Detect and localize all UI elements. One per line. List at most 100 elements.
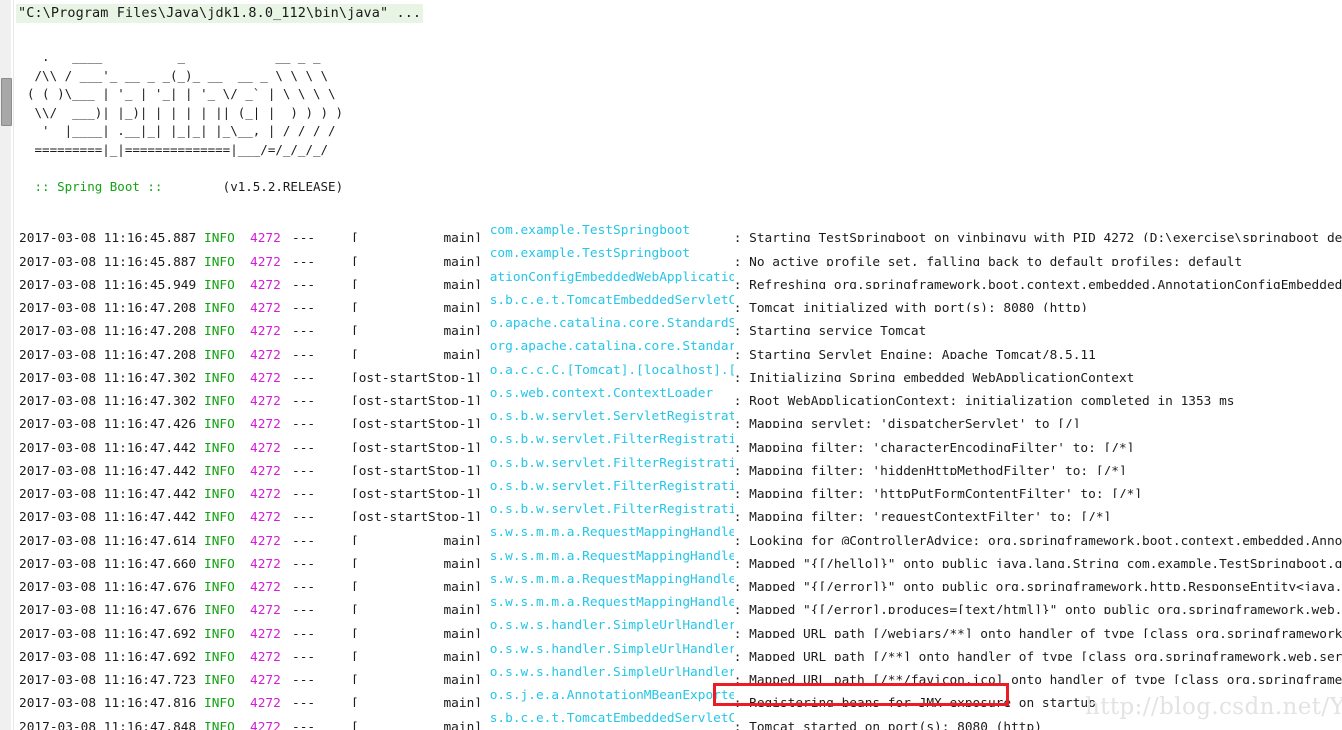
log-logger: org.apache.catalina.core.StandardEngine [489, 339, 734, 355]
log-row: 2017-03-08 11:16:47.676 INFO 4272 --- [ main… [13, 568, 1342, 591]
log-timestamp: 2017-03-08 11:16:47.208 [19, 301, 197, 312]
log-timestamp: 2017-03-08 11:16:47.208 [19, 347, 197, 359]
log-separator: --- [292, 719, 316, 730]
log-thread: [ main] [351, 696, 482, 708]
log-logger: o.s.b.w.servlet.ServletRegistrationBean [489, 409, 734, 424]
log-pid: 4272 [250, 417, 281, 429]
log-thread: [ main] [351, 533, 482, 545]
log-separator: --- [292, 649, 316, 661]
log-timestamp: 2017-03-08 11:16:47.660 [19, 556, 197, 568]
log-timestamp: 2017-03-08 11:16:47.723 [19, 673, 197, 684]
log-level: INFO [204, 696, 235, 708]
log-level: INFO [204, 301, 235, 312]
log-row: 2017-03-08 11:16:47.426 INFO 4272 --- [ost-s… [13, 405, 1342, 428]
log-row: 2017-03-08 11:16:47.302 INFO 4272 --- [ost-s… [13, 359, 1342, 382]
log-logger: s.w.s.m.m.a.RequestMappingHandlerAdapter [489, 525, 734, 541]
log-logger: ationConfigEmbeddedWebApplicationContext [489, 269, 734, 285]
log-level: INFO [204, 370, 235, 382]
log-message: : Mapped URL path [/**] onto handler of … [733, 649, 1342, 661]
log-logger: o.s.w.s.handler.SimpleUrlHandlerMapping [489, 618, 734, 634]
log-level: INFO [204, 254, 235, 266]
log-pid: 4272 [250, 649, 281, 661]
log-timestamp: 2017-03-08 11:16:47.426 [19, 417, 197, 429]
log-level: INFO [204, 440, 235, 452]
log-level: INFO [204, 719, 235, 730]
log-level: INFO [204, 580, 235, 591]
log-separator: --- [292, 463, 316, 475]
log-logger: o.s.w.s.handler.SimpleUrlHandlerMapping [489, 641, 734, 657]
log-pid: 4272 [250, 580, 281, 591]
log-message: : Root WebApplicationContext: initializa… [733, 394, 1235, 405]
log-logger: o.s.b.w.servlet.FilterRegistrationBean [489, 432, 734, 448]
log-pid: 4272 [250, 347, 281, 359]
log-message: : Mapping filter: 'httpPutFormContentFil… [733, 487, 1143, 498]
log-separator: --- [292, 556, 316, 568]
log-logger: s.w.s.m.m.a.RequestMappingHandlerMapping [489, 548, 734, 564]
log-level: INFO [204, 556, 235, 568]
log-row: 2017-03-08 11:16:47.442 INFO 4272 --- [ost-s… [13, 452, 1342, 475]
log-thread: [ main] [351, 556, 482, 568]
log-pid: 4272 [250, 301, 281, 312]
log-timestamp: 2017-03-08 11:16:45.949 [19, 277, 197, 289]
vertical-scrollbar-track[interactable] [0, 0, 12, 730]
log-row: 2017-03-08 11:16:45.949 INFO 4272 --- [ main… [13, 266, 1342, 289]
log-separator: --- [292, 580, 316, 591]
log-message: : Looking for @ControllerAdvice: org.spr… [733, 533, 1342, 545]
log-separator: --- [292, 440, 316, 452]
log-row: 2017-03-08 11:16:47.208 INFO 4272 --- [ main… [13, 335, 1342, 358]
log-level: INFO [204, 673, 235, 684]
log-pid: 4272 [250, 510, 281, 522]
command-line-header: "C:\Program Files\Java\jdk1.8.0_112\bin\… [16, 4, 424, 23]
log-logger: o.s.j.e.a.AnnotationMBeanExporter [489, 688, 734, 703]
log-logger: o.s.b.w.servlet.FilterRegistrationBean [489, 478, 734, 494]
log-thread: [ost-startStop-1] [351, 440, 482, 452]
log-pid: 4272 [250, 463, 281, 475]
log-thread: [ main] [351, 673, 482, 684]
log-logger: com.example.TestSpringboot [489, 223, 691, 238]
log-message: : Initializing Spring embedded WebApplic… [733, 370, 1135, 382]
log-pid: 4272 [250, 254, 281, 266]
log-message: : Mapped "{[/hello]}" onto public java.l… [733, 556, 1342, 568]
log-level: INFO [204, 649, 235, 661]
log-thread: [ost-startStop-1] [351, 370, 482, 382]
log-pid: 4272 [250, 231, 281, 243]
log-level: INFO [204, 324, 235, 336]
log-thread: [ main] [351, 231, 482, 243]
vertical-scrollbar-thumb[interactable] [1, 78, 12, 126]
log-thread: [ main] [351, 277, 482, 289]
log-separator: --- [292, 394, 316, 405]
log-logger: o.s.b.w.servlet.FilterRegistrationBean [489, 455, 734, 471]
log-level: INFO [204, 347, 235, 359]
log-separator: --- [292, 487, 316, 498]
log-message: : Mapping filter: 'hiddenHttpMethodFilte… [733, 463, 1127, 475]
log-thread: [ main] [351, 347, 482, 359]
log-message: : Starting TestSpringboot on yinbingyu w… [733, 231, 1342, 243]
log-thread: [ main] [351, 603, 482, 615]
log-message: : Registering beans for JMX exposure on … [733, 696, 1096, 708]
log-row: 2017-03-08 11:16:47.692 INFO 4272 --- [ main… [13, 638, 1342, 661]
log-thread: [ost-startStop-1] [351, 417, 482, 429]
log-row: 2017-03-08 11:16:47.302 INFO 4272 --- [ost-s… [13, 382, 1342, 405]
log-message: : Mapping filter: 'characterEncodingFilt… [733, 440, 1135, 452]
log-pid: 4272 [250, 394, 281, 405]
log-separator: --- [292, 370, 316, 382]
log-logger: com.example.TestSpringboot [489, 246, 691, 262]
log-row: 2017-03-08 11:16:45.887 INFO 4272 --- [ main… [13, 242, 1342, 265]
log-timestamp: 2017-03-08 11:16:47.848 [19, 719, 197, 730]
log-timestamp: 2017-03-08 11:16:47.442 [19, 463, 197, 475]
log-message: : Mapped "{[/error]}" onto public org.sp… [733, 580, 1342, 591]
log-timestamp: 2017-03-08 11:16:45.887 [19, 254, 197, 266]
log-row: 2017-03-08 11:16:47.442 INFO 4272 --- [ost-s… [13, 498, 1342, 521]
log-level: INFO [204, 463, 235, 475]
log-timestamp: 2017-03-08 11:16:47.676 [19, 580, 197, 591]
log-timestamp: 2017-03-08 11:16:47.692 [19, 649, 197, 661]
watermark-text: http://blog.csdn.net/Y12nre [1085, 694, 1342, 720]
log-separator: --- [292, 626, 316, 638]
log-row: 2017-03-08 11:16:45.887 INFO 4272 --- [ main… [13, 219, 1342, 242]
log-logger: o.a.c.c.C.[Tomcat].[localhost].[/] [489, 362, 734, 378]
log-timestamp: 2017-03-08 11:16:47.442 [19, 440, 197, 452]
log-separator: --- [292, 603, 316, 615]
log-pid: 4272 [250, 719, 281, 730]
log-row: 2017-03-08 11:16:47.660 INFO 4272 --- [ main… [13, 545, 1342, 568]
log-message: : Mapping filter: 'requestContextFilter'… [733, 510, 1112, 522]
